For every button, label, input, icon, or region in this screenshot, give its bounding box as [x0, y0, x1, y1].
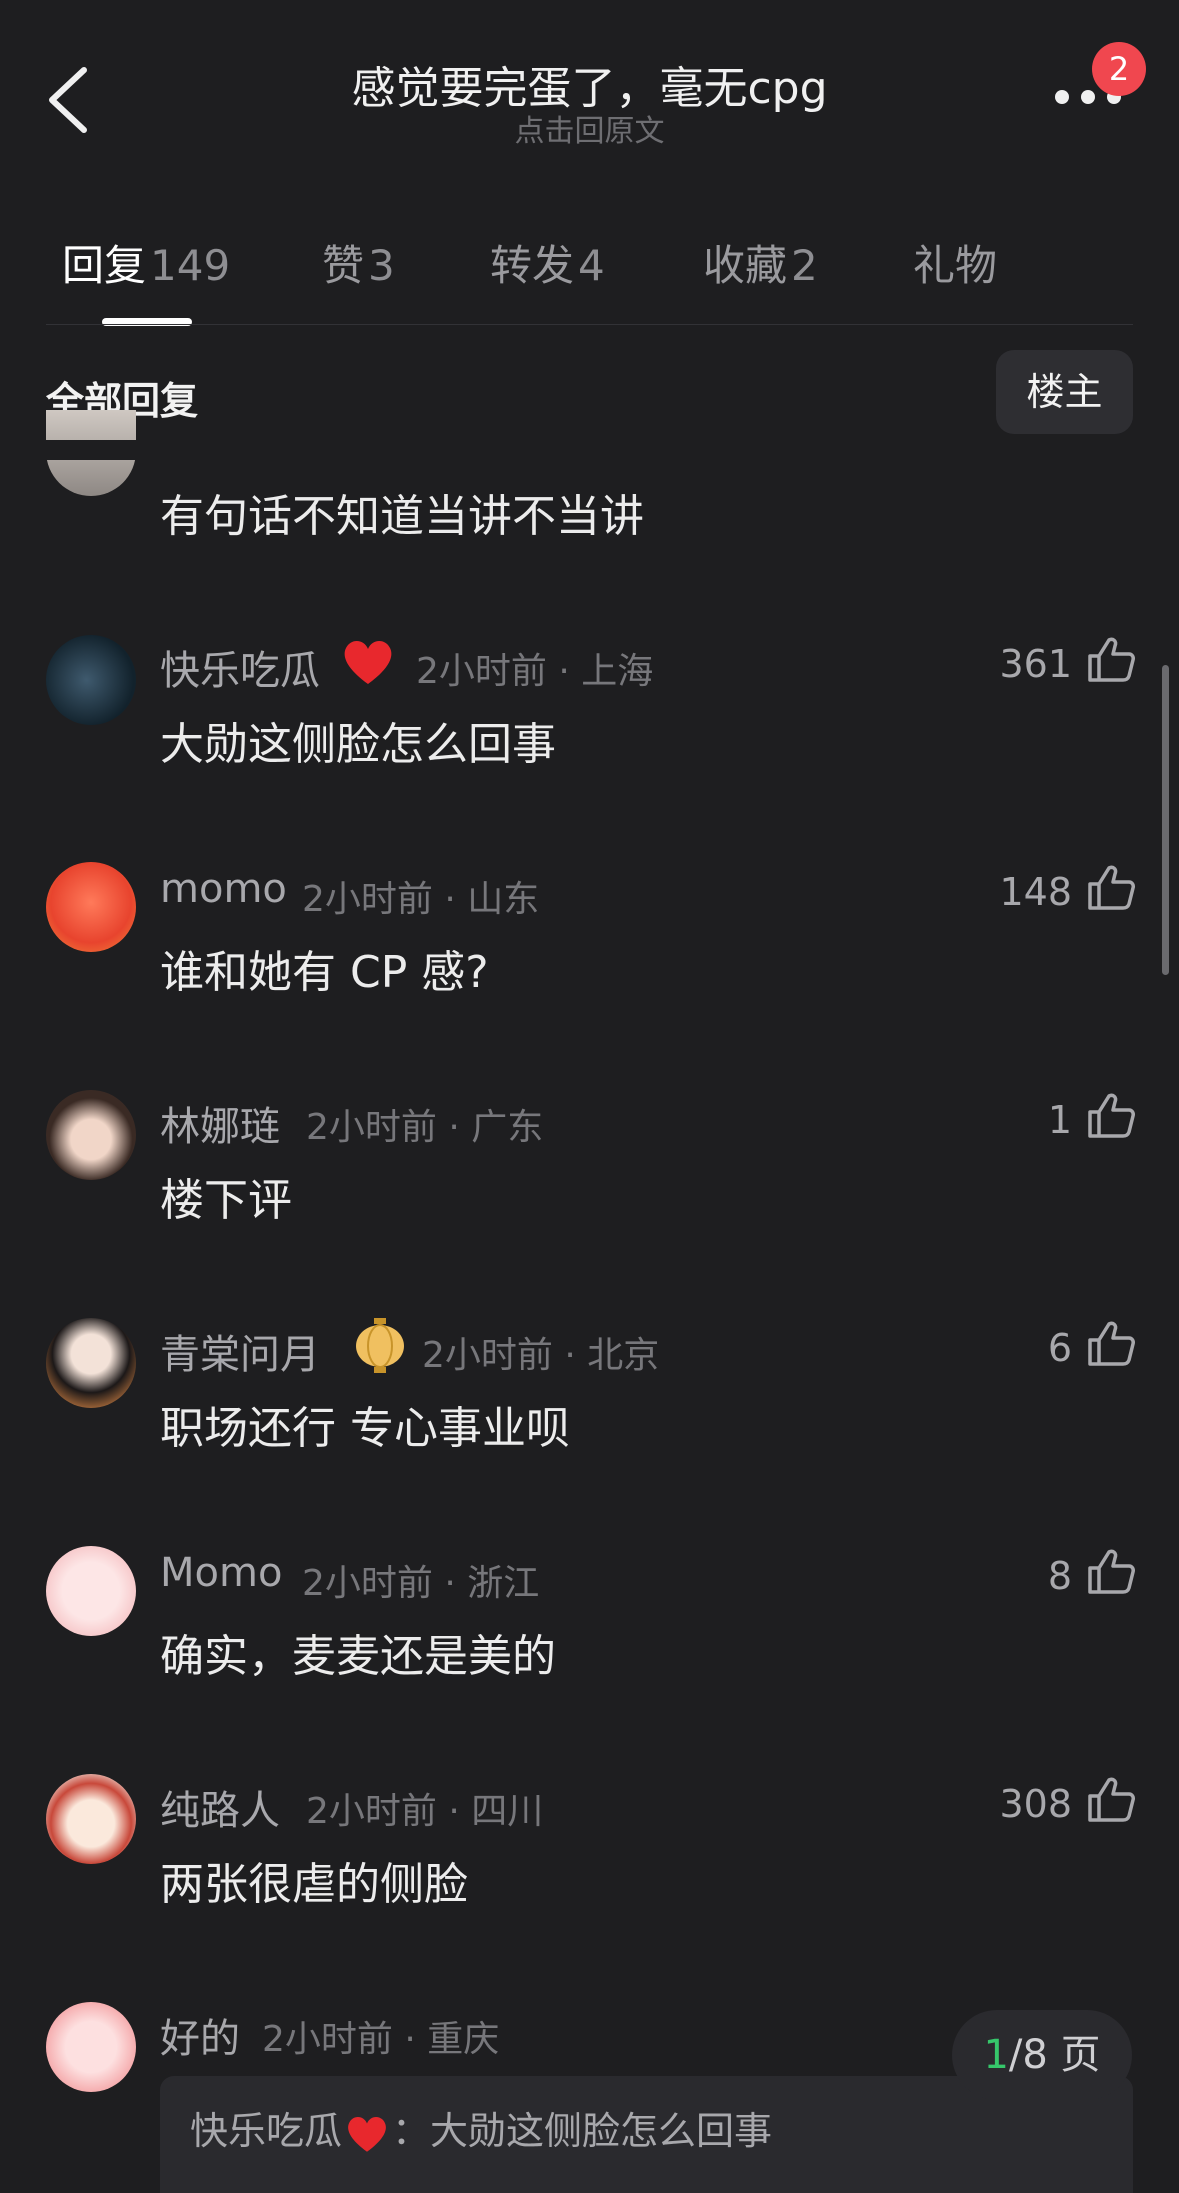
total-pages: /8 页 — [1008, 2032, 1101, 2078]
avatar[interactable] — [46, 862, 136, 952]
thumbs-up-icon[interactable] — [1086, 1774, 1136, 1824]
current-page: 1 — [983, 2032, 1009, 2078]
avatar[interactable] — [46, 1774, 136, 1864]
comment-text: 谁和她有 CP 感? — [160, 947, 489, 998]
notification-badge: 2 — [1092, 42, 1146, 96]
heart-badge-icon — [344, 640, 392, 684]
comment-username[interactable]: momo — [160, 866, 287, 912]
like-count: 361 — [999, 642, 1072, 686]
thumbs-up-icon[interactable] — [1086, 862, 1136, 912]
scrollbar[interactable] — [1162, 665, 1169, 975]
like-count: 6 — [1047, 1326, 1072, 1370]
avatar[interactable] — [46, 635, 136, 725]
comment-meta: 2小时前 · 山东 — [302, 879, 540, 920]
scroll-mask — [0, 440, 1179, 460]
thumbs-up-icon[interactable] — [1086, 1546, 1136, 1596]
comment-text: 职场还行 专心事业呗 — [160, 1403, 570, 1454]
comment-text: 有句话不知道当讲不当讲 — [160, 491, 644, 542]
comment-meta: 2小时前 · 北京 — [422, 1335, 660, 1376]
comment-text: 大勋这侧脸怎么回事 — [160, 719, 556, 770]
tab-count: 4 — [578, 241, 605, 290]
comment-meta: 2小时前 · 四川 — [306, 1791, 544, 1832]
comment-meta: 2小时前 · 浙江 — [302, 1563, 540, 1604]
tab-count: 2 — [791, 241, 818, 290]
thumbs-up-icon[interactable] — [1086, 1318, 1136, 1368]
comment-username[interactable]: 青棠问月 — [160, 1322, 320, 1380]
quoted-reply: 快乐吃瓜 ：大勋这侧脸怎么回事 — [190, 2100, 772, 2155]
comment-meta: 2小时前 · 重庆 — [262, 2019, 500, 2060]
tab-reposts[interactable]: 转发4 — [490, 232, 605, 293]
avatar[interactable] — [46, 1546, 136, 1636]
tab-likes[interactable]: 赞3 — [322, 232, 395, 293]
avatar[interactable] — [46, 1318, 136, 1408]
tab-replies[interactable]: 回复149 — [62, 232, 230, 293]
comment-meta: 2小时前 · 上海 — [416, 651, 654, 692]
thumbs-up-icon[interactable] — [1086, 634, 1136, 684]
comment-username[interactable]: 林娜琏 — [160, 1094, 280, 1152]
comment-text: 楼下评 — [160, 1175, 292, 1226]
tab-label: 回复 — [62, 241, 147, 290]
like-count: 8 — [1047, 1554, 1072, 1598]
comment-meta: 2小时前 · 广东 — [306, 1107, 544, 1148]
tab-label: 礼物 — [913, 241, 998, 290]
heart-badge-icon — [348, 2116, 386, 2152]
tab-label: 赞 — [322, 241, 365, 290]
comment-username[interactable]: 纯路人 — [160, 1778, 280, 1836]
tab-label: 收藏 — [703, 241, 788, 290]
quoted-text: 大勋这侧脸怎么回事 — [430, 2109, 773, 2153]
tab-count: 3 — [368, 241, 395, 290]
like-count: 308 — [999, 1782, 1072, 1826]
quote-separator: ： — [392, 2109, 431, 2153]
avatar[interactable] — [46, 2002, 136, 2092]
comment-username[interactable]: Momo — [160, 1550, 282, 1596]
op-only-button[interactable]: 楼主 — [996, 350, 1133, 434]
like-count: 1 — [1047, 1098, 1072, 1142]
quoted-username: 快乐吃瓜 — [190, 2109, 343, 2153]
comment-username[interactable]: 好的 — [160, 2006, 240, 2064]
avatar[interactable] — [46, 1090, 136, 1180]
tab-label: 转发 — [490, 241, 575, 290]
tab-divider — [46, 324, 1133, 325]
thumbs-up-icon[interactable] — [1086, 1090, 1136, 1140]
tab-count: 149 — [150, 241, 231, 290]
comment-username[interactable]: 快乐吃瓜 — [160, 638, 320, 696]
back-to-post-link[interactable]: 点击回原文 — [0, 106, 1179, 150]
comment-text: 确实，麦麦还是美的 — [160, 1631, 556, 1682]
lantern-badge-icon — [356, 1318, 404, 1373]
page-indicator[interactable]: 1/8 页 — [952, 2010, 1132, 2100]
like-count: 148 — [999, 870, 1072, 914]
comment-text: 两张很虐的侧脸 — [160, 1859, 468, 1910]
tab-favorites[interactable]: 收藏2 — [703, 232, 818, 293]
tab-gifts[interactable]: 礼物 — [913, 232, 997, 293]
